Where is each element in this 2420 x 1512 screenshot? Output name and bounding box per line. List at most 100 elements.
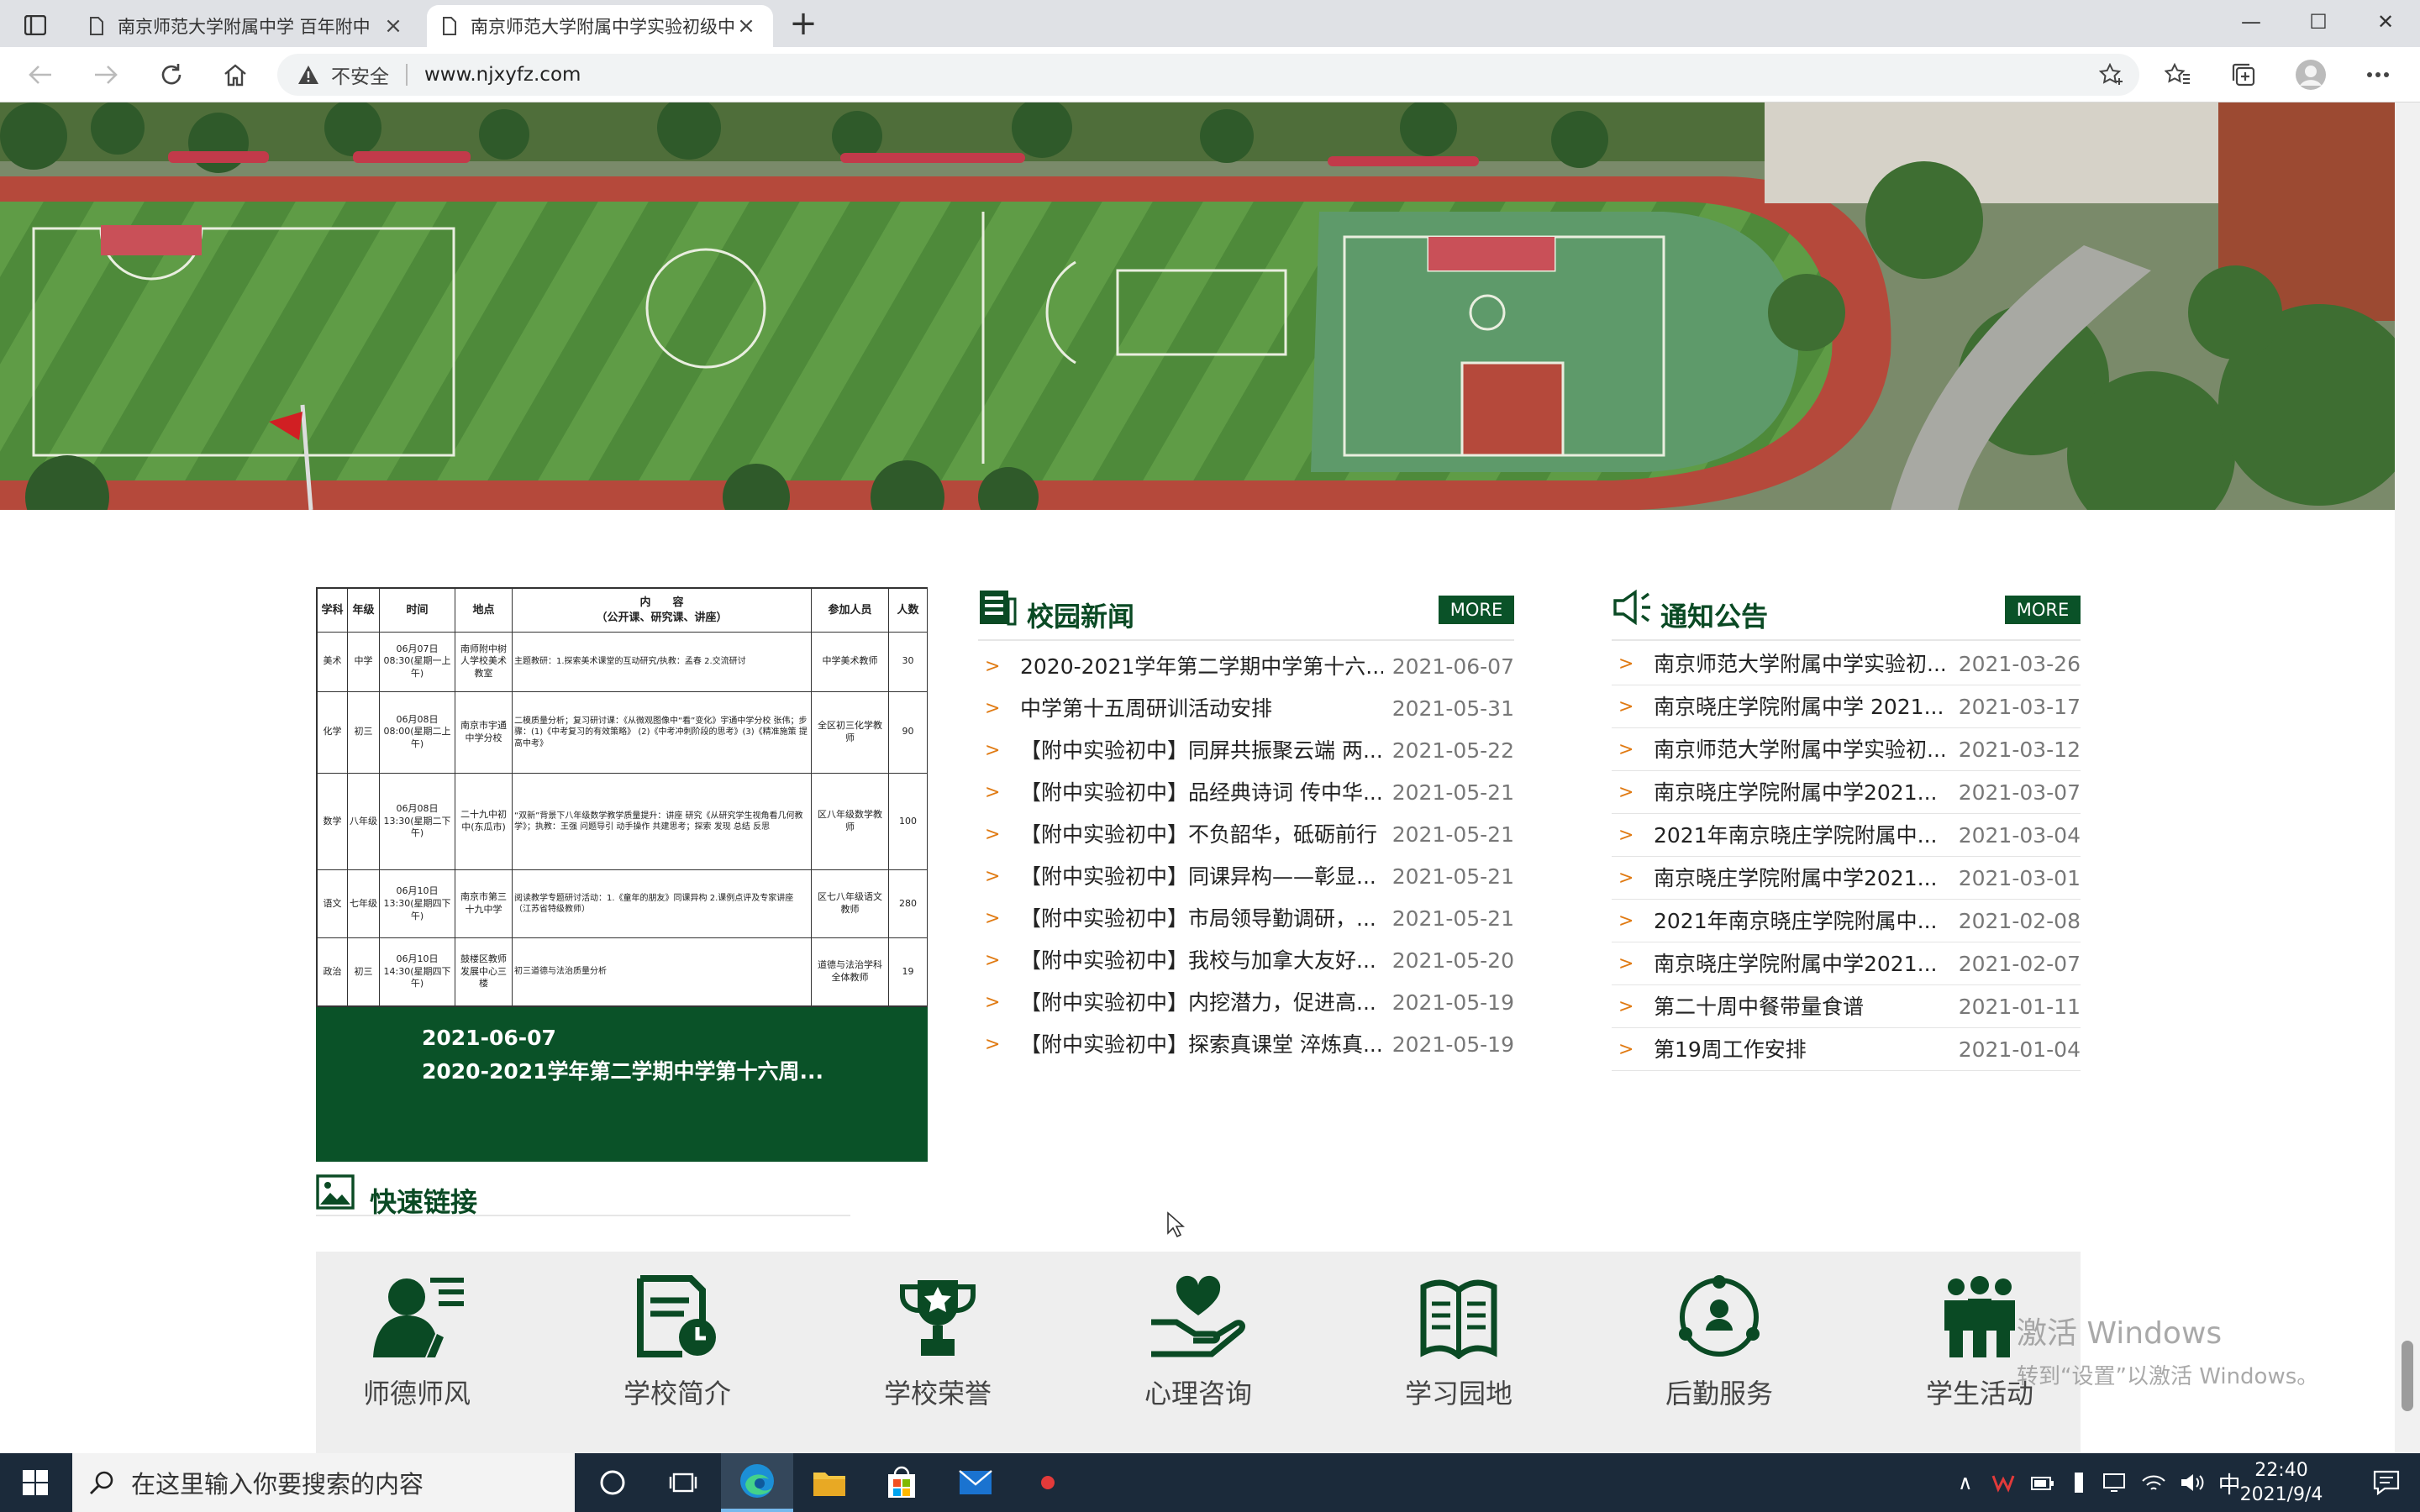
notice-title[interactable]: 南京晓庄学院附属中学2021... — [1654, 771, 1944, 814]
notice-title[interactable]: 南京晓庄学院附属中学2021... — [1654, 942, 1944, 985]
chevron-right-icon: > — [1618, 696, 1634, 717]
close-tab-icon[interactable]: × — [381, 13, 405, 39]
list-item[interactable]: > 【附中实验初中】品经典诗词 传中华... 2021-05-21 — [978, 772, 1514, 814]
browser-tab-2[interactable]: 南京师范大学附属中学实验初级中学 × — [427, 5, 773, 47]
file-explorer-icon[interactable] — [793, 1453, 865, 1512]
schedule-cell: 06月10日 13:30(星期四下午) — [379, 869, 455, 939]
maximize-icon[interactable]: ☐ — [2286, 0, 2351, 44]
schedule-cell: 鼓楼区教师发展中心三楼 — [455, 937, 513, 1006]
notice-title[interactable]: 2021年南京晓庄学院附属中... — [1654, 814, 1944, 857]
list-item[interactable]: > 南京师范大学附属中学实验初... 2021-03-26 — [1612, 643, 2081, 685]
schedule-cell: 初三 — [347, 690, 380, 774]
quick-link-counseling[interactable]: 心理咨询 — [1114, 1275, 1282, 1411]
home-icon[interactable] — [215, 55, 255, 94]
battery-icon[interactable] — [2030, 1473, 2055, 1492]
list-item[interactable]: > 【附中实验初中】市局领导勤调研，... 2021-05-21 — [978, 898, 1514, 940]
list-item[interactable]: >2021年南京晓庄学院附属中... 2021-03-04 — [1612, 814, 2081, 857]
forward-icon[interactable] — [86, 55, 126, 94]
add-favorite-icon[interactable] — [2099, 63, 2124, 87]
mail-icon[interactable] — [939, 1453, 1012, 1512]
schedule-cell: 政治 — [317, 937, 348, 1006]
taskbar-clock[interactable]: 22:40 2021/9/4 — [2235, 1458, 2328, 1507]
profile-avatar-icon[interactable] — [2291, 55, 2331, 94]
news-title[interactable]: 【附中实验初中】同课异构——彰显... — [1020, 856, 1383, 898]
news-title[interactable]: 【附中实验初中】不负韶华，砥砺前行 — [1020, 814, 1383, 856]
campus-news-more-button[interactable]: MORE — [1439, 596, 1514, 624]
microsoft-store-icon[interactable] — [865, 1453, 938, 1512]
notice-title[interactable]: 南京晓庄学院附属中学2021... — [1654, 857, 1944, 900]
list-item[interactable]: >2021年南京晓庄学院附属中... 2021-02-08 — [1612, 900, 2081, 942]
collections-icon[interactable] — [2223, 55, 2264, 94]
notice-title[interactable]: 第19周工作安排 — [1654, 1028, 1944, 1071]
news-title[interactable]: 2020-2021学年第二学期中学第十六... — [1020, 646, 1383, 688]
url-text[interactable]: www.njxyfz.com — [424, 64, 581, 86]
scrollbar-thumb[interactable] — [2402, 1341, 2413, 1411]
tray-overflow-icon[interactable]: ∧ — [1958, 1471, 1973, 1494]
quick-link-logistics[interactable]: 后勤服务 — [1635, 1275, 1803, 1411]
quick-link-ethics[interactable]: 师德师风 — [333, 1275, 501, 1411]
news-title[interactable]: 【附中实验初中】我校与加拿大友好... — [1020, 940, 1383, 982]
cortana-icon[interactable] — [576, 1453, 649, 1512]
news-title[interactable]: 【附中实验初中】市局领导勤调研，... — [1020, 898, 1383, 940]
list-item[interactable]: > 【附中实验初中】我校与加拿大友好... 2021-05-20 — [978, 940, 1514, 982]
news-title[interactable]: 【附中实验初中】内挖潜力，促进高... — [1020, 982, 1383, 1024]
list-item[interactable]: > 【附中实验初中】同屏共振聚云端 两... 2021-05-22 — [978, 730, 1514, 772]
list-item[interactable]: > 中学第十五周研训活动安排 2021-05-31 — [978, 688, 1514, 730]
chevron-right-icon: > — [985, 698, 1001, 719]
edge-browser-icon[interactable] — [721, 1453, 793, 1512]
list-item[interactable]: > 第二十周中餐带量食谱 2021-01-11 — [1612, 985, 2081, 1028]
list-item[interactable]: > 第19周工作安排 2021-01-04 — [1612, 1028, 2081, 1071]
list-item[interactable]: > 南京师范大学附属中学实验初... 2021-03-12 — [1612, 728, 2081, 771]
browser-tab-1[interactable]: 南京师范大学附属中学 百年附中 × — [74, 5, 420, 47]
wps-icon[interactable] — [1991, 1473, 2015, 1493]
new-tab-button[interactable]: + — [785, 5, 822, 42]
list-item[interactable]: > 【附中实验初中】不负韶华，砥砺前行 2021-05-21 — [978, 814, 1514, 856]
task-view-icon[interactable] — [647, 1453, 719, 1512]
tab-actions-icon[interactable] — [17, 8, 54, 42]
list-item[interactable]: > 【附中实验初中】同课异构——彰显... 2021-05-21 — [978, 856, 1514, 898]
featured-news-slide[interactable]: 学科 年级 时间 地点 内 容 （公开课、研究课、讲座） 参加人员 人数 美术 … — [316, 587, 928, 1162]
close-window-icon[interactable]: ✕ — [2353, 0, 2418, 44]
list-item[interactable]: > 南京晓庄学院附属中学2021... 2021-02-07 — [1612, 942, 2081, 985]
list-item[interactable]: > 南京晓庄学院附属中学2021... 2021-03-07 — [1612, 771, 2081, 814]
news-title[interactable]: 【附中实验初中】探索真课堂 淬炼真... — [1020, 1024, 1383, 1066]
notice-title[interactable]: 南京晓庄学院附属中学 2021... — [1654, 685, 1944, 728]
page-scrollbar[interactable] — [2395, 102, 2420, 1453]
list-item[interactable]: > 【附中实验初中】探索真课堂 淬炼真... 2021-05-19 — [978, 1024, 1514, 1066]
more-menu-icon[interactable] — [2358, 55, 2398, 94]
close-tab-icon[interactable]: × — [734, 13, 758, 39]
recorder-app-icon[interactable] — [1012, 1453, 1084, 1512]
volume-icon[interactable] — [2180, 1473, 2205, 1493]
notices-more-button[interactable]: MORE — [2005, 596, 2081, 624]
windows-start-icon[interactable] — [0, 1453, 71, 1512]
notice-title[interactable]: 2021年南京晓庄学院附属中... — [1654, 900, 1944, 942]
quick-link-study[interactable]: 学习园地 — [1375, 1275, 1543, 1411]
favorites-icon[interactable] — [2158, 55, 2198, 94]
notice-title[interactable]: 第二十周中餐带量食谱 — [1654, 985, 1944, 1028]
quick-link-school-intro[interactable]: 学校简介 — [593, 1275, 761, 1411]
list-item[interactable]: > 【附中实验初中】内挖潜力，促进高... 2021-05-19 — [978, 982, 1514, 1024]
news-title[interactable]: 【附中实验初中】同屏共振聚云端 两... — [1020, 730, 1383, 772]
chevron-right-icon: > — [985, 1034, 1001, 1055]
news-title[interactable]: 【附中实验初中】品经典诗词 传中华... — [1020, 772, 1383, 814]
notice-title[interactable]: 南京师范大学附属中学实验初... — [1654, 728, 1944, 771]
minimize-icon[interactable]: — — [2218, 0, 2284, 44]
address-bar[interactable]: 不安全 www.njxyfz.com — [277, 54, 2139, 96]
back-icon[interactable] — [20, 55, 60, 94]
list-item[interactable]: >2020-2021学年第二学期中学第十六... 2021-06-07 — [978, 646, 1514, 688]
notification-center-icon[interactable] — [2353, 1453, 2420, 1512]
featured-title[interactable]: 2020-2021学年第二学期中学第十六周... — [422, 1055, 928, 1085]
refresh-icon[interactable] — [151, 55, 192, 94]
news-title[interactable]: 中学第十五周研训活动安排 — [1020, 688, 1383, 730]
notice-title[interactable]: 南京师范大学附属中学实验初... — [1654, 643, 1944, 685]
taskbar-search-box[interactable]: 在这里输入你要搜索的内容 — [72, 1453, 575, 1512]
list-item[interactable]: > 南京晓庄学院附属中学2021... 2021-03-01 — [1612, 857, 2081, 900]
quick-link-honors[interactable]: 学校荣誉 — [854, 1275, 1022, 1411]
schedule-cell: 南师附中树人学校美术教室 — [455, 632, 513, 692]
list-item[interactable]: > 南京晓庄学院附属中学 2021... 2021-03-17 — [1612, 685, 2081, 728]
watermark-line-1: 激活 Windows — [2017, 1316, 2223, 1351]
wifi-icon[interactable] — [2141, 1473, 2166, 1493]
usb-drive-icon[interactable] — [2070, 1471, 2087, 1494]
display-icon[interactable] — [2102, 1473, 2126, 1493]
featured-caption[interactable]: 2021-06-07 2020-2021学年第二学期中学第十六周... — [316, 1007, 928, 1162]
